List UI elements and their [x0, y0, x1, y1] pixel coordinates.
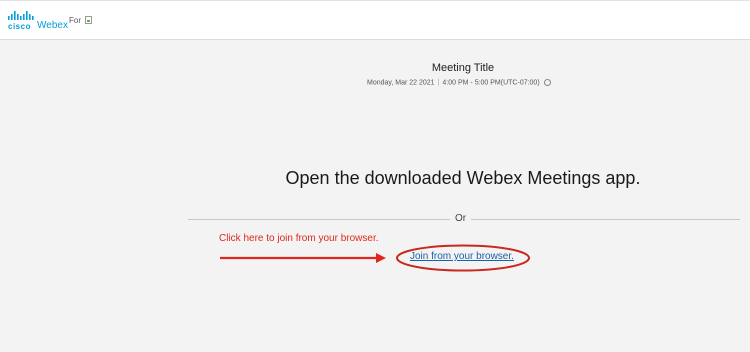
- logo-webex-text: Webex: [37, 20, 68, 31]
- for-label: For: [69, 16, 81, 25]
- annotation-text: Click here to join from your browser.: [219, 233, 379, 244]
- meeting-time-info: Monday, Mar 22 2021 | 4:00 PM - 5:00 PM(UT…: [367, 79, 551, 86]
- broken-image-icon: [85, 16, 92, 24]
- cisco-bars-icon: [8, 11, 34, 20]
- or-label: Or: [450, 213, 472, 224]
- meeting-time-range: 4:00 PM - 5:00 PM(UTC-07:00): [442, 79, 540, 87]
- app-header: cisco Webex For: [0, 0, 750, 40]
- logo-cisco-text: cisco: [8, 22, 31, 31]
- meeting-title: Meeting Title: [431, 62, 495, 74]
- open-app-message: Open the downloaded Webex Meetings app.: [285, 168, 641, 188]
- meeting-date: Monday, Mar 22 2021: [367, 79, 435, 87]
- time-separator: |: [437, 79, 440, 87]
- join-from-browser-link[interactable]: Join from your browser.: [410, 251, 514, 262]
- annotation-arrow-icon: [220, 253, 386, 263]
- cisco-webex-logo[interactable]: cisco Webex: [8, 11, 68, 33]
- info-icon[interactable]: [543, 79, 551, 86]
